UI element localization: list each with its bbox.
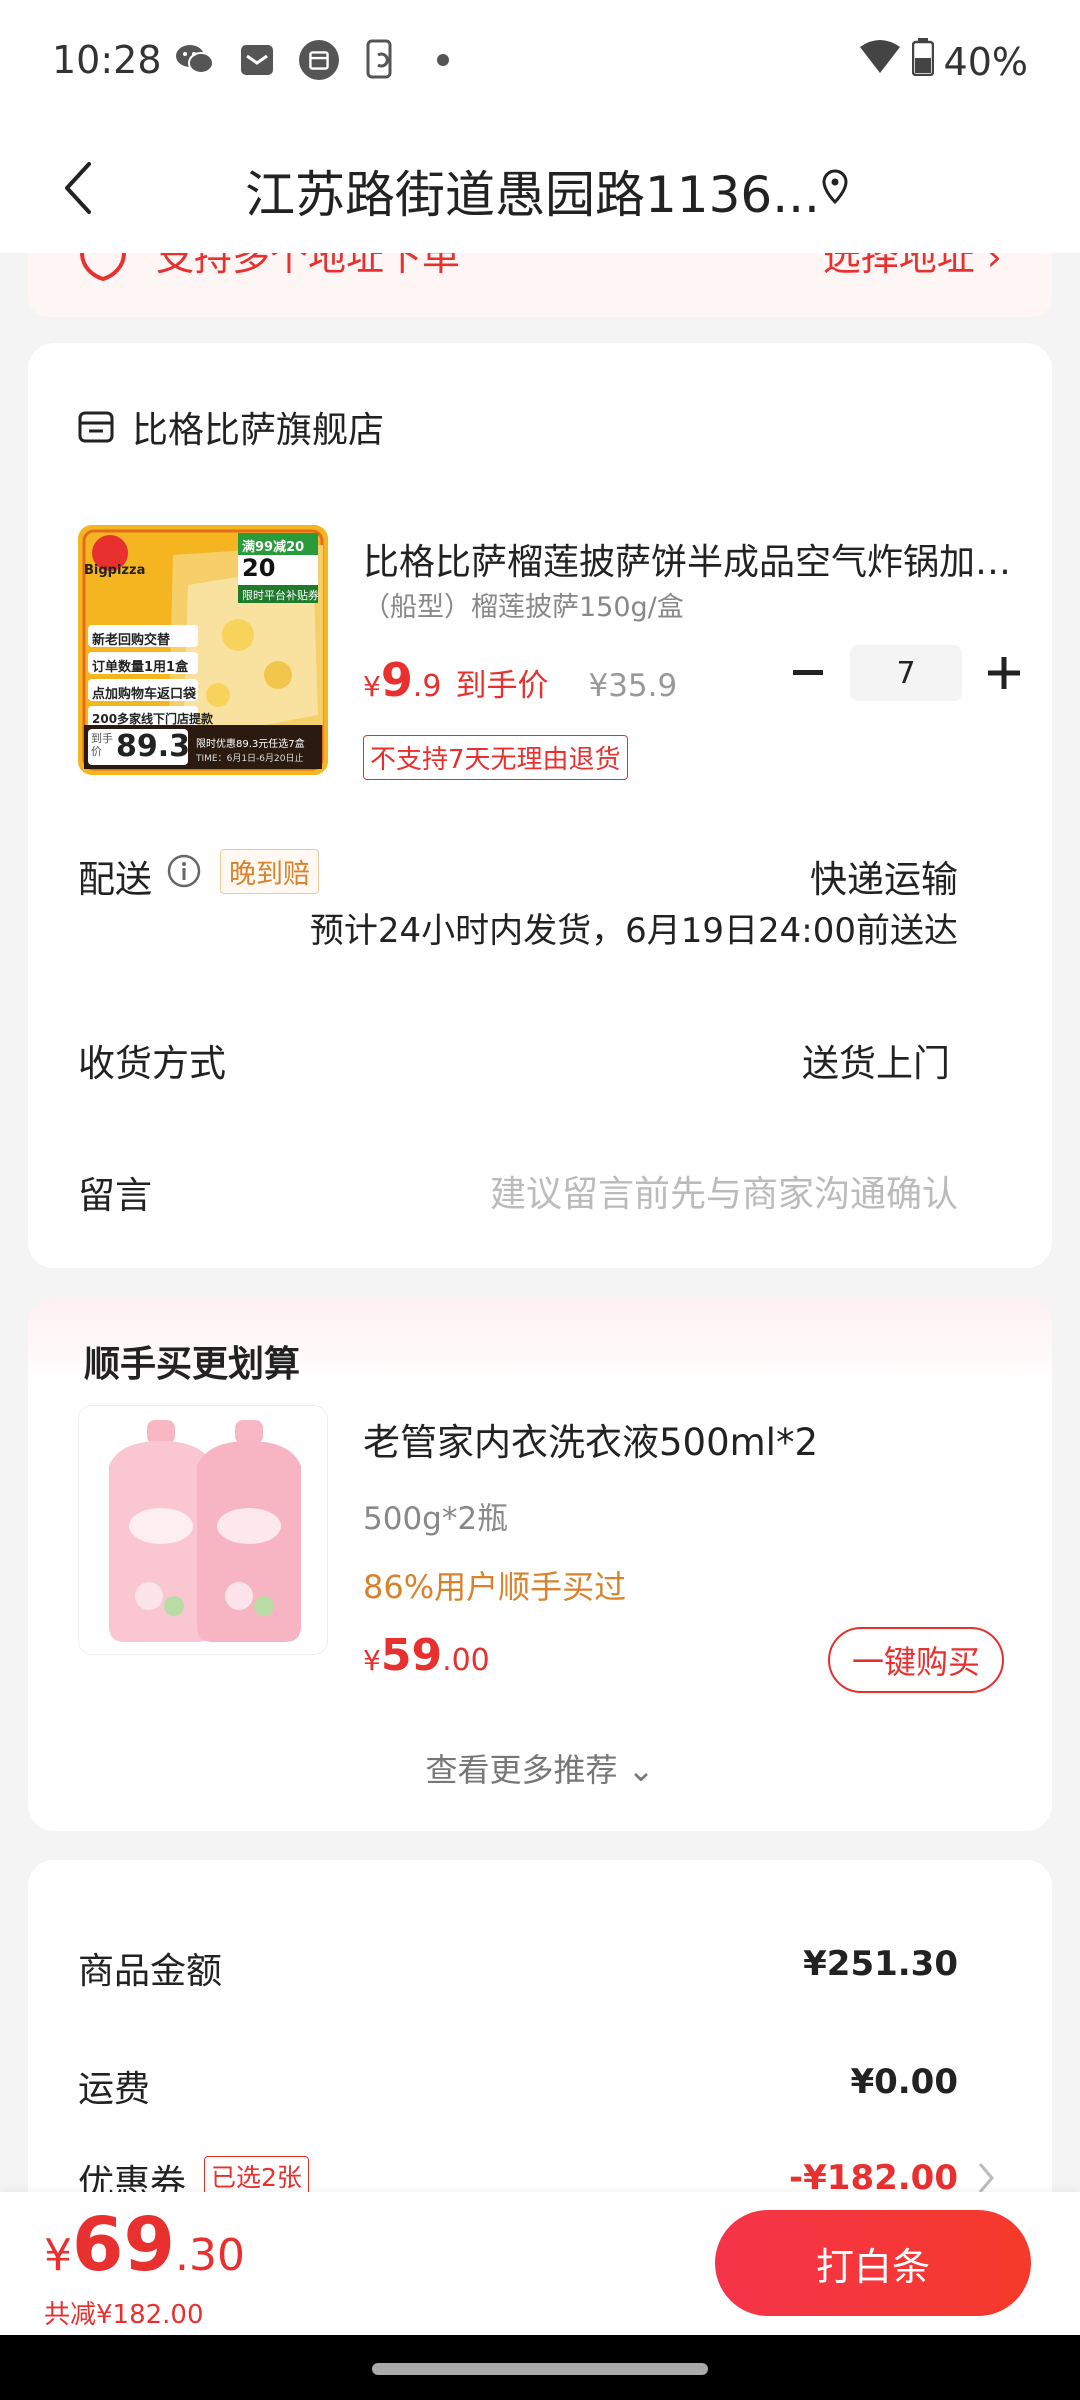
shop-header[interactable]: 比格比萨旗舰店	[78, 401, 384, 453]
quantity-value[interactable]: 7	[850, 645, 962, 701]
product-image-promo-sub: 限时平台补贴券	[242, 589, 319, 602]
product-image-line: 新老回购交替	[92, 633, 171, 648]
dot-icon	[423, 40, 463, 80]
back-button[interactable]	[48, 153, 108, 223]
status-right: 40%	[858, 38, 1028, 85]
product-image-line: 200多家线下门店提款	[92, 712, 214, 726]
pay-button[interactable]: 打白条	[715, 2210, 1031, 2316]
receive-method-label: 收货方式	[78, 1042, 226, 1085]
product-image-promo-top: 满99减20	[242, 540, 305, 555]
coupon-selected-badge: 已选2张	[204, 2156, 309, 2196]
minus-icon	[793, 670, 823, 675]
return-policy-badge: 不支持7天无理由退货	[363, 735, 628, 780]
recommend-name[interactable]: 老管家内衣洗衣液500ml*2	[363, 1412, 818, 1466]
product-image-time-note: TIME：6月1日-6月20日止	[196, 754, 304, 764]
shop-name: 比格比萨旗舰店	[132, 410, 385, 451]
bottom-pay-bar: ¥ 69 .30 共减¥182.00 打白条	[0, 2192, 1080, 2335]
price-currency: ¥	[363, 670, 381, 703]
late-compensation-badge: 晚到赔	[220, 849, 319, 894]
battery-level: 40%	[943, 39, 1028, 84]
product-price: ¥ 9 .9 到手价 ¥35.9	[363, 653, 677, 707]
price-integer: 9	[380, 653, 413, 707]
delivery-label: 配送	[78, 858, 152, 901]
delivery-estimate: 预计24小时内发货，6月19日24:00前送达	[309, 911, 958, 951]
calendar-icon	[299, 40, 339, 80]
total-decimal: .30	[174, 2230, 245, 2281]
product-image-price: 89.3	[116, 729, 191, 764]
shop-icon	[78, 411, 114, 443]
recommend-spec: 500g*2瓶	[363, 1501, 509, 1537]
product-image-price-label: 到手价	[91, 732, 113, 758]
total-integer: 69	[72, 2202, 175, 2288]
home-handle[interactable]	[372, 2363, 708, 2375]
product-spec[interactable]: （船型）榴莲披萨150g/盒	[363, 585, 684, 624]
goods-amount-label: 商品金额	[78, 1951, 223, 1992]
status-bar: 10:28 40%	[0, 0, 1080, 125]
battery-icon	[911, 38, 934, 85]
system-nav-bar	[0, 2335, 1080, 2400]
quantity-stepper: 7	[778, 645, 1034, 701]
phone-link-icon	[361, 39, 401, 80]
price-label: 到手价	[455, 668, 549, 704]
product-image-promo-num: 20	[242, 554, 276, 582]
recommend-title: 顺手买更划算	[84, 1344, 301, 1385]
product-image-price-note: 限时优惠89.3元任选7盒	[196, 739, 305, 750]
wifi-icon	[858, 39, 902, 84]
receive-method-value[interactable]: 送货上门	[802, 1033, 950, 1087]
product-title[interactable]: 比格比萨榴莲披萨饼半成品空气炸锅加热速食	[363, 533, 1013, 585]
one-click-buy-button[interactable]: 一键购买	[828, 1627, 1004, 1693]
shield-icon	[80, 253, 126, 281]
decrease-button[interactable]	[778, 645, 838, 701]
message-input[interactable]: 建议留言前先与商家沟通确认	[490, 1165, 958, 1217]
price-decimal: .9	[412, 669, 442, 704]
message-label: 留言	[78, 1174, 152, 1217]
delivery-method[interactable]: 快递运输	[810, 849, 958, 903]
shipping-value: ¥0.00	[850, 2062, 958, 2102]
product-image-line: 订单数量1用1盒	[92, 660, 189, 675]
header: 江苏路街道愚园路1136...	[0, 125, 1080, 253]
more-recommendations-link[interactable]: 查看更多推荐 ⌄	[28, 1745, 1052, 1791]
goods-amount-value: ¥251.30	[803, 1944, 958, 1984]
address-title[interactable]: 江苏路街道愚园路1136...	[245, 155, 820, 227]
product-image-brand: Bigpizza	[84, 563, 146, 578]
recommend-card: 顺手买更划算 老管家内衣洗衣液500ml*2 500g*2瓶 86%用户顺手买过…	[28, 1297, 1052, 1831]
recommend-price: ¥ 59 .00	[363, 1630, 504, 1681]
total-currency: ¥	[44, 2230, 72, 2281]
shop-card: 比格比萨旗舰店 Bigpizza 满99减20 20 限时平台补贴券 新老回购交…	[28, 343, 1052, 1268]
total-price: ¥ 69 .30	[44, 2202, 245, 2288]
back-arrow-icon	[65, 162, 91, 214]
location-pin-icon[interactable]	[815, 167, 855, 207]
recommend-social-proof: 86%用户顺手买过	[363, 1568, 627, 1606]
multi-address-banner[interactable]: 支持多个地址下单 选择地址 ›	[28, 253, 1052, 317]
banner-left-text: 支持多个地址下单	[156, 253, 461, 279]
mail-icon	[237, 40, 277, 80]
shipping-label: 运费	[78, 2069, 151, 2110]
recommend-image[interactable]	[78, 1405, 328, 1655]
wechat-icon	[175, 40, 215, 80]
total-saved[interactable]: 共减¥182.00	[44, 2294, 204, 2331]
chevron-right-icon[interactable]	[974, 2160, 998, 2196]
price-decimal: .00	[442, 1643, 490, 1678]
product-image-line: 点加购物车返口袋	[92, 687, 197, 702]
product-image[interactable]: Bigpizza 满99减20 20 限时平台补贴券 新老回购交替 订单数量1用…	[78, 525, 328, 775]
price-currency: ¥	[363, 1644, 381, 1677]
notification-icons	[175, 39, 463, 80]
info-icon[interactable]	[166, 853, 202, 889]
select-address-link[interactable]: 选择地址 ›	[823, 253, 1002, 281]
original-price: ¥35.9	[588, 668, 678, 704]
status-time: 10:28	[52, 38, 162, 82]
price-integer: 59	[380, 1630, 443, 1681]
increase-button[interactable]	[974, 645, 1034, 701]
plus-icon	[988, 657, 1020, 689]
